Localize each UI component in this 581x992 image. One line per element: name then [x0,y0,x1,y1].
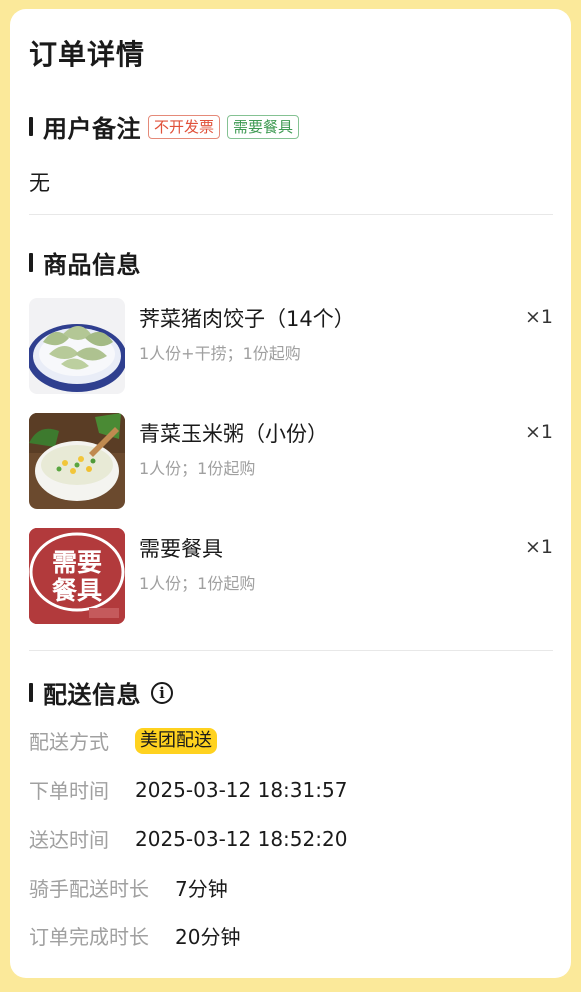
row-label: 送达时间 [29,828,109,852]
tableware-image: 需要 餐具 [29,528,125,624]
user-note-header: 用户备注 不开发票 需要餐具 [29,109,300,144]
order-detail-card: 订单详情 用户备注 不开发票 需要餐具 无 商品信息 荠菜猪肉饺子（14个） 1… [10,9,571,978]
row-label: 下单时间 [29,779,109,803]
product-quantity: ×1 [524,536,553,558]
delivery-method-badge: 美团配送 [135,727,217,754]
user-note-title: 用户备注 [43,115,141,143]
tableware-sign-text: 餐具 [52,576,102,605]
user-note-text: 无 [29,171,50,195]
porridge-image [29,413,125,509]
row-value: 2025-03-12 18:31:57 [135,777,348,802]
product-quantity: ×1 [524,421,553,443]
dumplings-image [29,298,125,394]
product-item[interactable]: 需要 餐具 需要餐具 1人份；1份起购 ×1 [29,528,553,624]
row-value: 20分钟 [175,925,241,949]
row-value: 2025-03-12 18:52:20 [135,826,348,851]
product-spec: 1人份；1份起购 [139,459,256,478]
delivery-method-row: 配送方式 美团配送 [29,726,217,755]
product-spec: 1人份；1份起购 [139,574,256,593]
rider-duration-row: 骑手配送时长 7分钟 [29,873,228,902]
product-name: 荠菜猪肉饺子（14个） [139,307,355,331]
tableware-sign-text: 需要 [52,548,102,577]
product-name: 需要餐具 [139,537,223,561]
product-spec: 1人份+干捞；1份起购 [139,344,301,363]
section-marker [29,117,33,136]
section-marker [29,253,33,272]
row-label: 骑手配送时长 [29,877,149,901]
product-name: 青菜玉米粥（小份） [139,422,328,446]
product-item[interactable]: 青菜玉米粥（小份） 1人份；1份起购 ×1 [29,413,553,509]
row-value: 7分钟 [175,877,228,901]
divider [29,650,553,651]
need-tableware-tag: 需要餐具 [227,114,300,139]
info-icon[interactable]: i [151,681,173,704]
page-title: 订单详情 [29,38,146,71]
row-label: 订单完成时长 [29,925,149,949]
goods-header: 商品信息 [29,245,141,280]
order-time-row: 下单时间 2025-03-12 18:31:57 [29,775,347,804]
divider [29,214,553,215]
no-invoice-tag: 不开发票 [148,114,221,139]
product-item[interactable]: 荠菜猪肉饺子（14个） 1人份+干捞；1份起购 ×1 [29,298,553,394]
section-marker [29,683,33,702]
goods-title: 商品信息 [43,251,141,279]
delivery-header: 配送信息 i [29,675,173,710]
delivered-time-row: 送达时间 2025-03-12 18:52:20 [29,824,347,853]
order-duration-row: 订单完成时长 20分钟 [29,921,240,950]
product-quantity: ×1 [524,306,553,328]
delivery-title: 配送信息 [43,681,141,709]
row-label: 配送方式 [29,730,109,754]
